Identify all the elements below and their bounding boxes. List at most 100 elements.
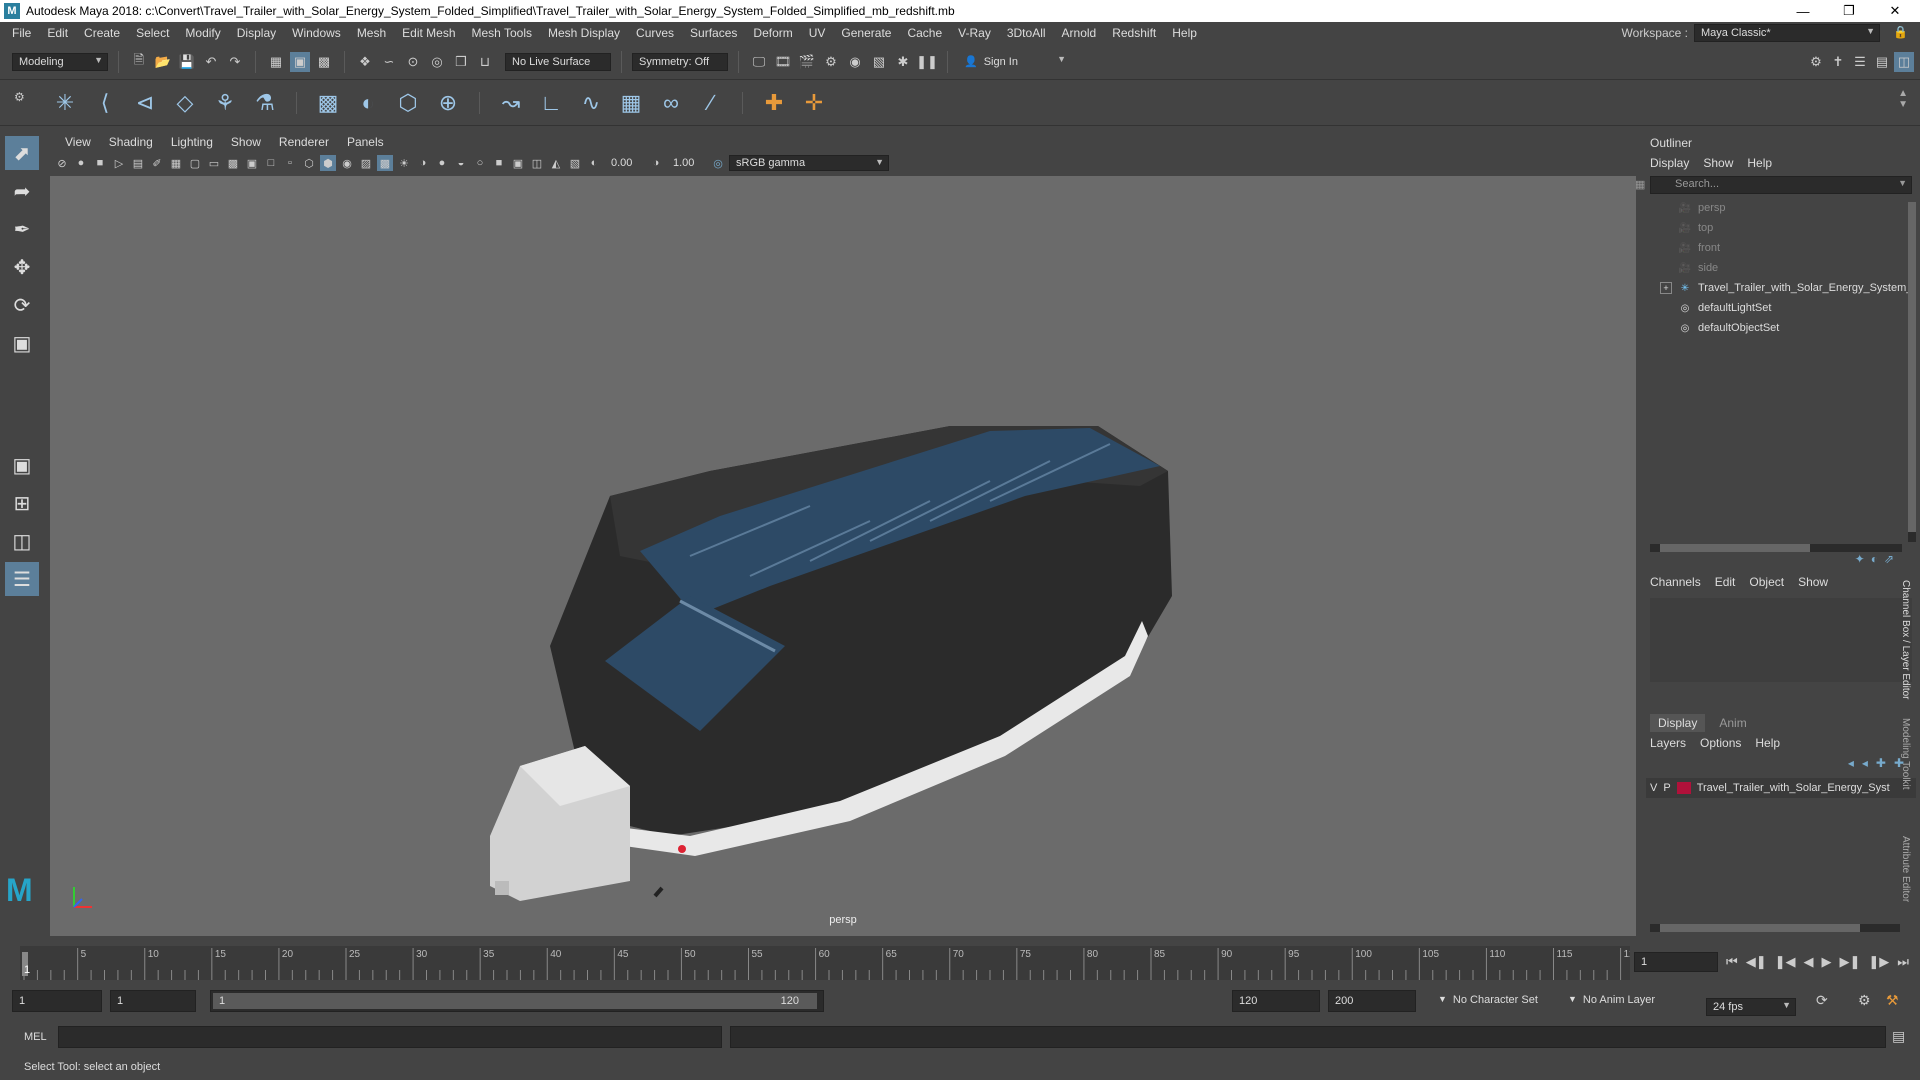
- anti-aliasing-icon[interactable]: ○: [472, 155, 488, 171]
- shadows-icon[interactable]: ◑: [415, 155, 431, 171]
- menu-mesh[interactable]: Mesh: [349, 26, 394, 40]
- resolution-gate-icon[interactable]: ▭: [206, 155, 222, 171]
- use-lights-icon[interactable]: ☀: [396, 155, 412, 171]
- redo-icon[interactable]: ↷: [225, 52, 245, 72]
- outliner-menu-help[interactable]: Help: [1747, 156, 1772, 170]
- panel-menu-show[interactable]: Show: [222, 135, 270, 149]
- channel-menu-show[interactable]: Show: [1798, 575, 1828, 589]
- tab-modeling-toolkit[interactable]: Modeling Toolkit: [1900, 718, 1911, 828]
- menu-arnold[interactable]: Arnold: [1054, 26, 1105, 40]
- shelf-pivot-icon[interactable]: ✚: [759, 88, 789, 118]
- fps-dropdown[interactable]: 24 fps ▼: [1706, 998, 1796, 1016]
- snap-surface-icon[interactable]: ❒: [451, 52, 471, 72]
- gamma-icon[interactable]: ◑: [648, 155, 664, 171]
- shelf-insert-loop-icon[interactable]: ∟: [536, 88, 566, 118]
- menu-create[interactable]: Create: [76, 26, 128, 40]
- menu-modify[interactable]: Modify: [177, 26, 228, 40]
- script-editor-icon[interactable]: ▤: [1892, 1028, 1905, 1045]
- layer-menu-options[interactable]: Options: [1700, 736, 1741, 750]
- two-d-pan-icon[interactable]: ▤: [130, 155, 146, 171]
- menu-uv[interactable]: UV: [801, 26, 834, 40]
- outliner-menu-display[interactable]: Display: [1650, 156, 1689, 170]
- color-space-dropdown[interactable]: sRGB gamma ▼: [729, 155, 889, 171]
- menu-file[interactable]: File: [4, 26, 39, 40]
- scrollbar-thumb[interactable]: [1908, 202, 1916, 532]
- modeling-toolkit-icon[interactable]: ⚙: [1806, 52, 1826, 72]
- wireframe-on-shaded-icon[interactable]: ▩: [377, 155, 393, 171]
- step-back-frame-icon[interactable]: ❚◀: [1775, 954, 1796, 970]
- panel-menu-panels[interactable]: Panels: [338, 135, 393, 149]
- list-item[interactable]: 🎥 top: [1678, 218, 1920, 238]
- shelf-edge-flow-icon[interactable]: ⚗: [250, 88, 280, 118]
- character-set-selector[interactable]: ▼ No Character Set: [1438, 994, 1538, 1006]
- menu-edit-mesh[interactable]: Edit Mesh: [394, 26, 463, 40]
- menu-select[interactable]: Select: [128, 26, 177, 40]
- render-settings-icon[interactable]: ⚙: [821, 52, 841, 72]
- horizontal-scrollbar[interactable]: [1650, 924, 1900, 932]
- workspace-dropdown[interactable]: Maya Classic* ▼: [1694, 24, 1880, 42]
- layer-menu-help[interactable]: Help: [1755, 736, 1780, 750]
- tab-display[interactable]: Display: [1650, 714, 1706, 732]
- save-scene-icon[interactable]: 💾: [177, 52, 197, 72]
- shelf-duplicate-icon[interactable]: ▦: [616, 88, 646, 118]
- shelf-snap-pivot-icon[interactable]: ✛: [799, 88, 829, 118]
- tab-attribute-editor[interactable]: Attribute Editor: [1900, 836, 1911, 936]
- color-management-icon[interactable]: ◎: [710, 155, 726, 171]
- field-chart-icon[interactable]: ▣: [244, 155, 260, 171]
- grid-icon[interactable]: ▦: [168, 155, 184, 171]
- snap-view-icon[interactable]: ◎: [427, 52, 447, 72]
- gate-mask-icon[interactable]: ▩: [225, 155, 241, 171]
- channel-menu-object[interactable]: Object: [1749, 575, 1784, 589]
- shelf-smooth-icon[interactable]: ∿: [576, 88, 606, 118]
- animation-end-field[interactable]: 200: [1328, 990, 1416, 1012]
- auto-key-icon[interactable]: ⚙: [1858, 992, 1871, 1009]
- menu-windows[interactable]: Windows: [284, 26, 349, 40]
- list-item[interactable]: 🎥 persp: [1678, 198, 1920, 218]
- list-item[interactable]: 🎥 front: [1678, 238, 1920, 258]
- menu-deform[interactable]: Deform: [745, 26, 800, 40]
- channel-menu-edit[interactable]: Edit: [1715, 575, 1736, 589]
- move-layer-down-icon[interactable]: ◂: [1862, 756, 1868, 770]
- tool-settings-icon[interactable]: ▤: [1872, 52, 1892, 72]
- select-tool-icon[interactable]: ⬈: [5, 136, 39, 170]
- menu-mesh-tools[interactable]: Mesh Tools: [464, 26, 540, 40]
- exposure-field[interactable]: 0.00: [605, 155, 645, 171]
- vertical-scrollbar[interactable]: [1908, 202, 1916, 542]
- maximize-icon[interactable]: ❐: [1826, 0, 1872, 22]
- menu-surfaces[interactable]: Surfaces: [682, 26, 745, 40]
- menu-mesh-display[interactable]: Mesh Display: [540, 26, 628, 40]
- smooth-shade-icon[interactable]: ⬢: [320, 155, 336, 171]
- outliner-menu-show[interactable]: Show: [1703, 156, 1733, 170]
- attribute-editor-icon[interactable]: ☰: [1850, 52, 1870, 72]
- new-layer-icon[interactable]: ✚: [1876, 756, 1886, 770]
- lasso-tool-icon[interactable]: ➦: [5, 174, 39, 208]
- channel-box-attr-icon[interactable]: ◐: [1871, 552, 1878, 566]
- menu-vray[interactable]: V-Ray: [950, 26, 999, 40]
- xray-icon[interactable]: ◫: [529, 155, 545, 171]
- command-input[interactable]: [58, 1026, 722, 1048]
- two-view-icon[interactable]: ◫: [5, 524, 39, 558]
- horizontal-scrollbar[interactable]: [1650, 544, 1902, 552]
- single-view-icon[interactable]: ▣: [5, 448, 39, 482]
- magnet-icon[interactable]: ⊔: [475, 52, 495, 72]
- shelf-sculpt-icon[interactable]: ⚘: [210, 88, 240, 118]
- layer-color-swatch[interactable]: [1676, 782, 1691, 794]
- shelf-pipe-icon[interactable]: ∞: [656, 88, 686, 118]
- film-gate-icon[interactable]: ▢: [187, 155, 203, 171]
- anim-prefs-icon[interactable]: ⚒: [1886, 992, 1899, 1009]
- list-item[interactable]: ◎ defaultObjectSet: [1678, 318, 1920, 338]
- default-material-icon[interactable]: ◉: [339, 155, 355, 171]
- go-to-end-icon[interactable]: ⏭: [1897, 954, 1909, 970]
- scrollbar-thumb[interactable]: [1660, 924, 1860, 932]
- exposure-icon[interactable]: ◐: [586, 155, 602, 171]
- loop-icon[interactable]: ⟳: [1816, 992, 1828, 1009]
- live-surface-field[interactable]: No Live Surface: [505, 52, 611, 71]
- pause-icon[interactable]: ❚❚: [916, 52, 938, 72]
- step-forward-frame-icon[interactable]: ▶❚: [1839, 954, 1860, 970]
- shelf-target-weld-icon[interactable]: ⟨: [90, 88, 120, 118]
- layer-row[interactable]: V P Travel_Trailer_with_Solar_Energy_Sys…: [1646, 778, 1916, 798]
- grease-pencil-icon[interactable]: ✐: [149, 155, 165, 171]
- human-ik-icon[interactable]: ✝: [1828, 52, 1848, 72]
- shelf-settings-icon[interactable]: ⚙: [14, 90, 25, 104]
- channel-box-mode-icon[interactable]: ✦: [1855, 552, 1865, 566]
